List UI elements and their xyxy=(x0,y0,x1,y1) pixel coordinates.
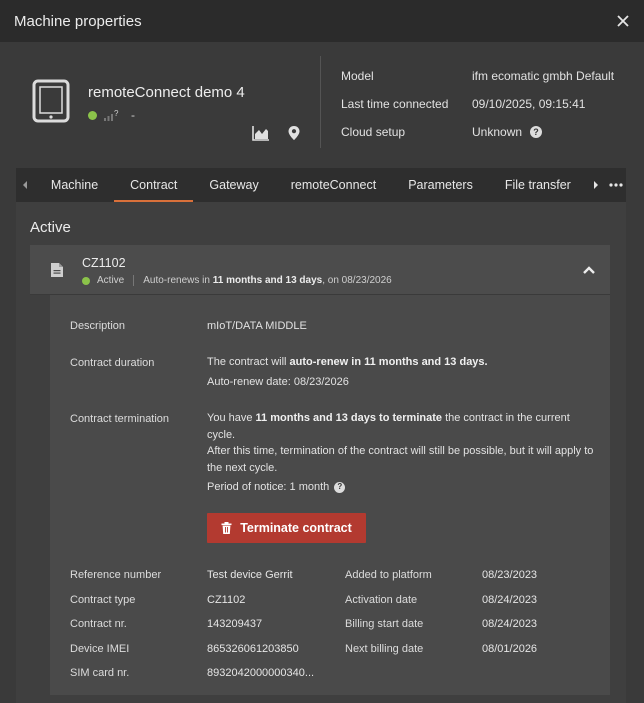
separator xyxy=(133,275,135,286)
close-icon[interactable] xyxy=(614,12,632,30)
tab-bar: Machine Contract Gateway remoteConnect P… xyxy=(16,168,626,202)
header-divider xyxy=(320,56,321,148)
device-imei-value: 865326061203850 xyxy=(207,643,299,655)
description-value: mIoT/DATA MIDDLE xyxy=(207,320,307,332)
activation-date-label: Activation date xyxy=(345,594,418,606)
area-chart-icon[interactable] xyxy=(252,125,270,141)
termination-label: Contract termination xyxy=(70,413,170,425)
prop-value: Unknown xyxy=(472,125,523,139)
tab-remoteconnect[interactable]: remoteConnect xyxy=(275,168,392,202)
reference-number-label: Reference number xyxy=(70,569,162,581)
location-pin-icon[interactable] xyxy=(287,125,301,141)
status-value: - xyxy=(131,108,135,122)
more-icon xyxy=(609,183,623,187)
billing-start-label: Billing start date xyxy=(345,618,424,630)
prop-cloud-setup: Cloud setup Unknown ? xyxy=(341,118,614,146)
prop-label: Model xyxy=(341,69,374,83)
renew-suffix: , on 08/23/2026 xyxy=(322,275,392,286)
billing-start-value: 08/24/2023 xyxy=(482,618,538,630)
contract-status: Active xyxy=(97,275,125,286)
next-billing-value: 08/01/2026 xyxy=(482,643,538,655)
prop-value: ifm ecomatic gmbh Default xyxy=(472,69,615,83)
prop-label: Cloud setup xyxy=(341,125,406,139)
document-icon xyxy=(51,263,63,277)
device-imei-label: Device IMEI xyxy=(70,643,130,655)
contract-nr-label: Contract nr. xyxy=(70,618,127,630)
chevron-right-icon xyxy=(594,181,599,189)
termination-value: You have 11 months and 13 days to termin… xyxy=(207,410,599,496)
tab-gateway[interactable]: Gateway xyxy=(193,168,274,202)
renew-prefix: Auto-renews in xyxy=(143,275,210,286)
trash-icon xyxy=(221,522,232,534)
more-tabs-button[interactable] xyxy=(606,168,626,202)
help-icon[interactable]: ? xyxy=(334,481,346,493)
next-billing-label: Next billing date xyxy=(345,643,424,655)
online-status-dot xyxy=(88,110,97,120)
prop-value-wrap: Unknown ? xyxy=(472,125,543,139)
active-status-dot xyxy=(82,276,90,285)
sim-card-label: SIM card nr. xyxy=(70,667,130,679)
sim-card-value: 8932042000000340... xyxy=(207,667,315,679)
machine-header: remoteConnect demo 4 ? - Model ifm ecoma… xyxy=(0,42,644,168)
contract-id: CZ1102 xyxy=(82,256,126,270)
termination-text: You have 11 months and 13 days to termin… xyxy=(207,410,599,443)
chevron-up-icon[interactable] xyxy=(582,265,596,275)
terminate-contract-button[interactable]: Terminate contract xyxy=(207,513,366,543)
contract-type-value: CZ1102 xyxy=(207,594,246,606)
duration-value: The contract will auto-renew in 11 month… xyxy=(207,354,602,390)
renew-period: 11 months and 13 days xyxy=(212,275,323,286)
termination-bold: 11 months and 13 days to terminate xyxy=(255,412,442,424)
signal-icon: ? xyxy=(104,109,119,121)
connection-status: ? - xyxy=(88,108,135,122)
section-title: Active xyxy=(30,219,71,236)
termination-prefix: You have xyxy=(207,412,253,424)
help-icon[interactable]: ? xyxy=(530,126,543,138)
terminate-button-label: Terminate contract xyxy=(240,521,352,535)
notice-period: Period of notice: 1 month ? xyxy=(207,479,346,496)
duration-line-1: The contract will auto-renew in 11 month… xyxy=(207,354,602,371)
tab-parameters[interactable]: Parameters xyxy=(392,168,489,202)
tab-scroll-left[interactable] xyxy=(16,168,35,202)
tab-contract[interactable]: Contract xyxy=(114,168,194,202)
duration-prefix: The contract will xyxy=(207,356,287,368)
termination-note: After this time, termination of the cont… xyxy=(207,445,594,474)
chevron-left-icon xyxy=(23,181,28,189)
contract-summary: Active Auto-renews in 11 months and 13 d… xyxy=(82,275,392,286)
prop-last-connected: Last time connected 09/10/2025, 09:15:41 xyxy=(341,90,614,118)
machine-properties-list: Model ifm ecomatic gmbh Default Last tim… xyxy=(341,62,614,146)
duration-bold: auto-renew in 11 months and 13 days. xyxy=(289,356,488,368)
prop-label: Last time connected xyxy=(341,97,449,111)
title-bar: Machine properties xyxy=(0,0,644,42)
tab-scroll-right[interactable] xyxy=(587,168,606,202)
contract-type-label: Contract type xyxy=(70,594,136,606)
notice-text: Period of notice: 1 month xyxy=(207,481,330,493)
auto-renew-date: Auto-renew date: 08/23/2026 xyxy=(207,375,349,388)
window-title: Machine properties xyxy=(14,12,142,30)
contract-panel: Active CZ1102 Active Auto-renews in 11 m… xyxy=(16,202,626,703)
activation-date-value: 08/24/2023 xyxy=(482,594,538,606)
contract-details: Description mIoT/DATA MIDDLE Contract du… xyxy=(50,295,610,695)
reference-number-value: Test device Gerrit xyxy=(207,569,293,581)
description-label: Description xyxy=(70,320,126,332)
added-to-platform-value: 08/23/2023 xyxy=(482,569,538,581)
contract-nr-value: 143209437 xyxy=(207,618,263,630)
added-to-platform-label: Added to platform xyxy=(345,569,432,581)
prop-model: Model ifm ecomatic gmbh Default xyxy=(341,62,614,90)
tab-file-transfer[interactable]: File transfer xyxy=(489,168,587,202)
signal-unknown-label: ? xyxy=(114,109,119,118)
tab-machine[interactable]: Machine xyxy=(35,168,114,202)
device-name: remoteConnect demo 4 xyxy=(88,84,245,101)
contract-card-header[interactable]: CZ1102 Active Auto-renews in 11 months a… xyxy=(30,245,610,295)
duration-label: Contract duration xyxy=(70,357,155,369)
prop-value: 09/10/2025, 09:15:41 xyxy=(472,97,586,111)
tablet-icon xyxy=(32,79,70,123)
